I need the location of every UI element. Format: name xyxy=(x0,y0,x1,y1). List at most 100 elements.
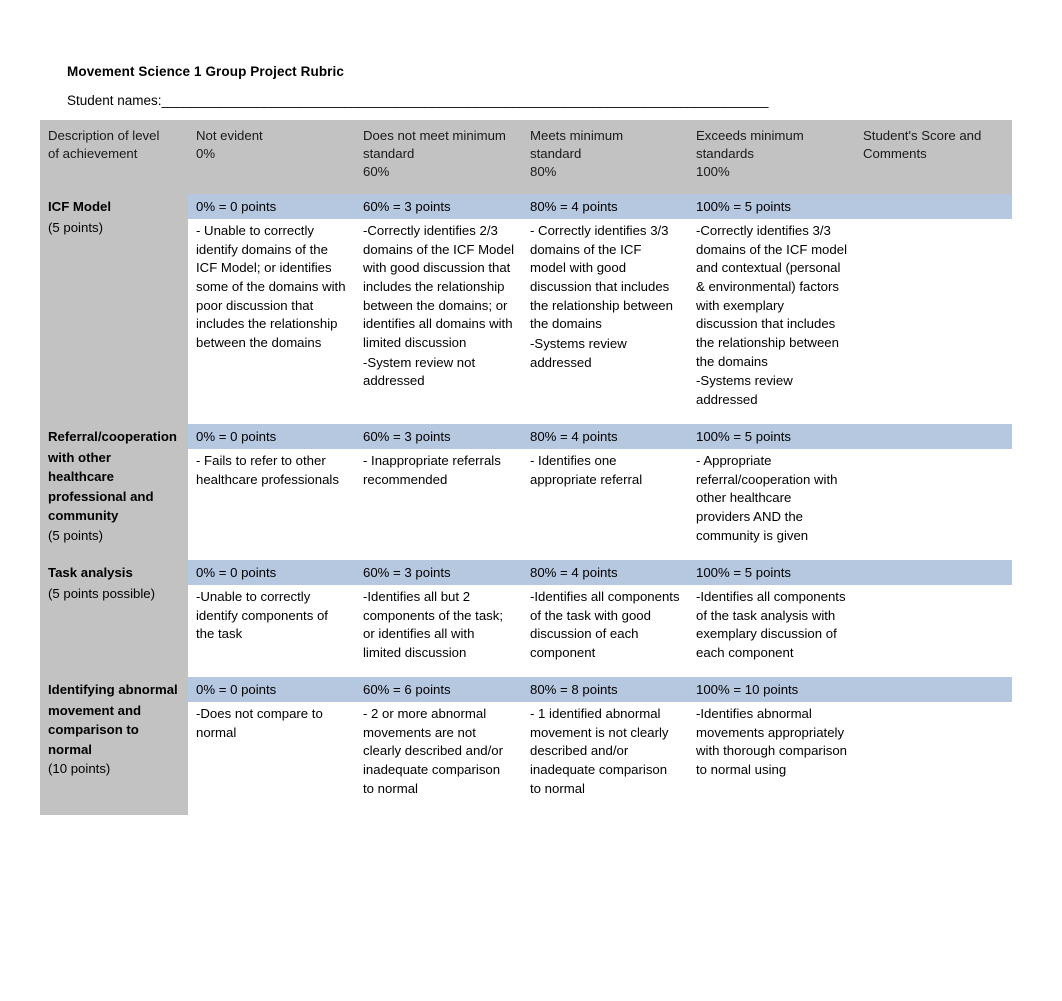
score-cell-top[interactable] xyxy=(855,559,1012,585)
column-header-line: standard xyxy=(363,146,415,162)
descriptor-paragraph: -Systems review addressed xyxy=(696,373,793,408)
column-header-6: Student's Score and Comments xyxy=(855,120,1012,194)
criterion-descriptor-cell: - Appropriate referral/cooperation with … xyxy=(688,448,855,554)
criterion-name-cell: (5 points possible) xyxy=(40,584,188,671)
descriptor-paragraph: -Identifies all components of the task a… xyxy=(696,588,846,660)
criterion-scale-row: Referral/cooperation 0% = 0 points 60% = 3… xyxy=(40,423,1012,449)
criterion-name-cell: with other healthcare professional and comm… xyxy=(40,448,188,554)
column-header-2: Not evident 0% xyxy=(188,120,355,194)
criterion-descriptor-cell: - Unable to correctly identify domains o… xyxy=(188,218,355,418)
criterion-name-line: Referral/cooperation xyxy=(48,428,177,444)
scale-label: 0% = 0 points xyxy=(188,193,355,219)
table-bottom-cell xyxy=(688,806,855,815)
column-header-line: Not evident xyxy=(196,128,263,143)
table-bottom-cell xyxy=(40,806,188,815)
column-header-line: Student's Score and xyxy=(863,128,982,143)
scale-label: 0% = 0 points xyxy=(188,559,355,585)
criterion-descriptor-cell: - 1 identified abnormal movement is not … xyxy=(522,701,688,807)
table-row: (5 points possible) -Unable to correctly … xyxy=(40,584,1012,671)
descriptor-paragraph: - Identifies one appropriate referral xyxy=(530,452,643,487)
scale-label: 60% = 3 points xyxy=(355,423,522,449)
criterion-name-line: Identifying abnormal xyxy=(48,681,178,697)
criterion-descriptor-cell: -Identifies all components of the task a… xyxy=(688,584,855,671)
criterion-descriptor-cell: -Unable to correctly identify components… xyxy=(188,584,355,671)
column-header-line: Exceeds minimum xyxy=(696,128,804,143)
scale-label: 80% = 8 points xyxy=(522,676,688,702)
student-names-field: Student names:__________________________… xyxy=(67,93,937,108)
student-names-label: Student names: xyxy=(67,93,162,108)
scale-label: 100% = 5 points xyxy=(688,423,855,449)
criterion-name-line: movement and xyxy=(48,702,142,718)
descriptor-paragraph: -Correctly identifies 2/3 domains of the… xyxy=(363,222,514,351)
scale-label: 100% = 10 points xyxy=(688,676,855,702)
criterion-name-line: comparison to xyxy=(48,722,139,738)
scale-label: 60% = 3 points xyxy=(355,193,522,219)
score-cell-top[interactable] xyxy=(855,193,1012,219)
table-row: movement and comparison to normal (10 point… xyxy=(40,701,1012,807)
column-header-line: 80% xyxy=(530,164,557,180)
criterion-name-line: professional and xyxy=(48,488,154,504)
rubric-table: Description of level of achievement Not ev… xyxy=(40,120,1012,815)
score-cell-top[interactable] xyxy=(855,423,1012,449)
criterion-points: (5 points possible) xyxy=(48,585,156,601)
scale-label: 80% = 4 points xyxy=(522,423,688,449)
criterion-name-cell-top: Referral/cooperation xyxy=(40,423,188,449)
column-header-line: 60% xyxy=(363,164,390,180)
column-header-line: Description of level xyxy=(48,128,160,143)
scale-label: 80% = 4 points xyxy=(522,193,688,219)
descriptor-paragraph: -System review not addressed xyxy=(363,354,476,389)
descriptor-paragraph: -Systems review addressed xyxy=(530,335,627,370)
column-header-line: Comments xyxy=(863,146,927,162)
descriptor-paragraph: - 2 or more abnormal movements are not c… xyxy=(363,705,504,796)
criterion-scale-row: ICF Model 0% = 0 points 60% = 3 points 80% … xyxy=(40,193,1012,219)
table-bottom-cell xyxy=(188,806,355,815)
descriptor-paragraph: - 1 identified abnormal movement is not … xyxy=(530,705,669,796)
criterion-descriptor-cell: -Correctly identifies 2/3 domains of the… xyxy=(355,218,522,418)
criterion-descriptor-cell: -Identifies all but 2 components of the … xyxy=(355,584,522,671)
descriptor-paragraph: - Correctly identifies 3/3 domains of th… xyxy=(530,222,673,332)
descriptor-paragraph: -Identifies abnormal movements appropria… xyxy=(696,705,848,778)
criterion-name-cell: movement and comparison to normal (10 point… xyxy=(40,701,188,807)
student-score-cell[interactable] xyxy=(855,218,1012,418)
column-header-line: standard xyxy=(530,146,582,162)
descriptor-paragraph: -Identifies all but 2 components of the … xyxy=(363,588,504,660)
column-header-1: Description of level of achievement xyxy=(40,120,188,194)
criterion-descriptor-cell: -Identifies abnormal movements appropria… xyxy=(688,701,855,807)
descriptor-paragraph: -Correctly identifies 3/3 domains of the… xyxy=(696,222,847,369)
descriptor-paragraph: - Unable to correctly identify domains o… xyxy=(196,222,346,351)
criterion-name-line: normal xyxy=(48,741,92,757)
table-bottom-cell xyxy=(522,806,688,815)
criterion-name-cell-top: Task analysis xyxy=(40,559,188,585)
document-page: Movement Science 1 Group Project Rubric … xyxy=(0,0,1062,1001)
scale-label: 60% = 6 points xyxy=(355,676,522,702)
descriptor-paragraph: -Identifies all components of the task w… xyxy=(530,588,680,660)
descriptor-paragraph: -Does not compare to normal xyxy=(196,705,323,740)
student-names-rule: ________________________________________… xyxy=(161,93,769,108)
student-score-cell[interactable] xyxy=(855,701,1012,807)
page-title: Movement Science 1 Group Project Rubric xyxy=(67,64,344,79)
column-header-line: Meets minimum xyxy=(530,128,624,143)
score-cell-top[interactable] xyxy=(855,676,1012,702)
scale-label: 100% = 5 points xyxy=(688,559,855,585)
table-bottom-cell xyxy=(855,806,1012,815)
student-score-cell[interactable] xyxy=(855,584,1012,671)
criterion-name-cell-top: Identifying abnormal xyxy=(40,676,188,702)
criterion-name-line: Task analysis xyxy=(48,564,133,580)
criterion-name-cell-top: ICF Model xyxy=(40,193,188,219)
criterion-descriptor-cell: - Inappropriate referrals recommended xyxy=(355,448,522,554)
scale-label: 0% = 0 points xyxy=(188,423,355,449)
column-header-5: Exceeds minimum standards 100% xyxy=(688,120,855,194)
table-row: with other healthcare professional and comm… xyxy=(40,448,1012,554)
scale-label: 60% = 3 points xyxy=(355,559,522,585)
table-row: (5 points) - Unable to correctly identify… xyxy=(40,218,1012,418)
criterion-descriptor-cell: - 2 or more abnormal movements are not c… xyxy=(355,701,522,807)
criterion-points: (5 points) xyxy=(48,527,103,543)
table-header-row: Description of level of achievement Not ev… xyxy=(40,120,1012,194)
descriptor-paragraph: - Fails to refer to other healthcare pro… xyxy=(196,452,339,487)
criterion-name-line: community xyxy=(48,508,119,524)
descriptor-paragraph: - Inappropriate referrals recommended xyxy=(363,452,501,487)
criterion-descriptor-cell: - Fails to refer to other healthcare pro… xyxy=(188,448,355,554)
student-score-cell[interactable] xyxy=(855,448,1012,554)
criterion-name-line: ICF Model xyxy=(48,198,112,214)
column-header-line: 0% xyxy=(196,146,216,162)
